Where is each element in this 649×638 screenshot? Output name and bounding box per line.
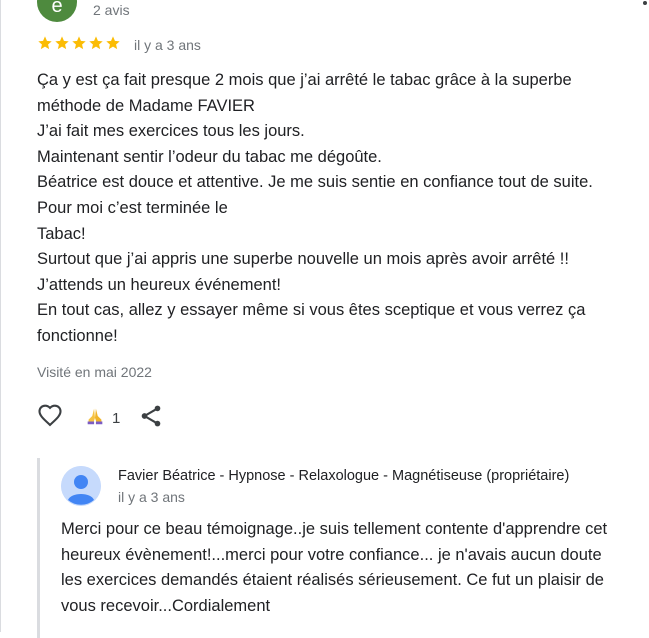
text-line: Pour moi c’est terminée le	[37, 198, 228, 217]
reaction-count: 1	[112, 410, 121, 427]
review-time: il y a 3 ans	[134, 37, 201, 53]
visit-date: Visité en mai 2022	[37, 364, 152, 380]
text-line: J’attends un heureux événement!	[37, 275, 281, 294]
text-line: Béatrice est douce et attentive. Je me s…	[37, 173, 593, 192]
reaction-button[interactable]: 1	[84, 405, 120, 432]
more-options-icon[interactable]	[639, 0, 649, 14]
text-line: En tout cas, allez y essayer même si vou…	[37, 301, 586, 320]
reviewer-review-count[interactable]: 2 avis	[93, 2, 130, 18]
heart-outline-icon[interactable]	[36, 401, 64, 429]
star-icon	[55, 36, 69, 50]
text-line: heureux évènement!...merci pour votre co…	[61, 545, 602, 564]
default-profile-icon	[61, 466, 101, 506]
text-line: méthode de Madame FAVIER	[37, 96, 255, 115]
reviewer-avatar[interactable]: e	[37, 0, 77, 22]
text-line: vous recevoir...Cordialement	[61, 596, 271, 615]
text-line: J’ai fait mes exercices tous les jours.	[37, 122, 305, 141]
owner-reply-time: il y a 3 ans	[118, 489, 185, 505]
text-line: fonctionne!	[37, 326, 118, 345]
text-line: Maintenant sentir l’odeur du tabac me dé…	[37, 147, 382, 166]
left-border	[0, 0, 1, 632]
owner-name: Favier Béatrice - Hypnose - Relaxologue …	[118, 468, 570, 484]
text-line: Tabac!	[37, 224, 86, 243]
star-icon	[72, 36, 86, 50]
owner-reply: Favier Béatrice - Hypnose - Relaxologue …	[37, 458, 649, 638]
review-text: Ça y est ça fait presque 2 mois que j’ai…	[37, 68, 647, 350]
text-line: les exercices demandés étaient réalisés …	[61, 571, 604, 590]
text-line: Merci pour ce beau témoignage..je suis t…	[61, 520, 608, 538]
owner-reply-text: Merci pour ce beau témoignage..je suis t…	[61, 517, 649, 619]
owner-more-options-icon[interactable]	[645, 474, 649, 498]
praying-hands-icon	[84, 405, 106, 432]
star-icon	[106, 36, 120, 50]
text-line: Surtout que j’ai appris une superbe nouv…	[37, 250, 569, 269]
rating-stars	[37, 35, 121, 51]
share-icon[interactable]	[138, 403, 164, 429]
star-icon	[38, 36, 52, 50]
star-icon	[89, 36, 103, 50]
text-line: Ça y est ça fait presque 2 mois que j’ai…	[37, 71, 572, 89]
